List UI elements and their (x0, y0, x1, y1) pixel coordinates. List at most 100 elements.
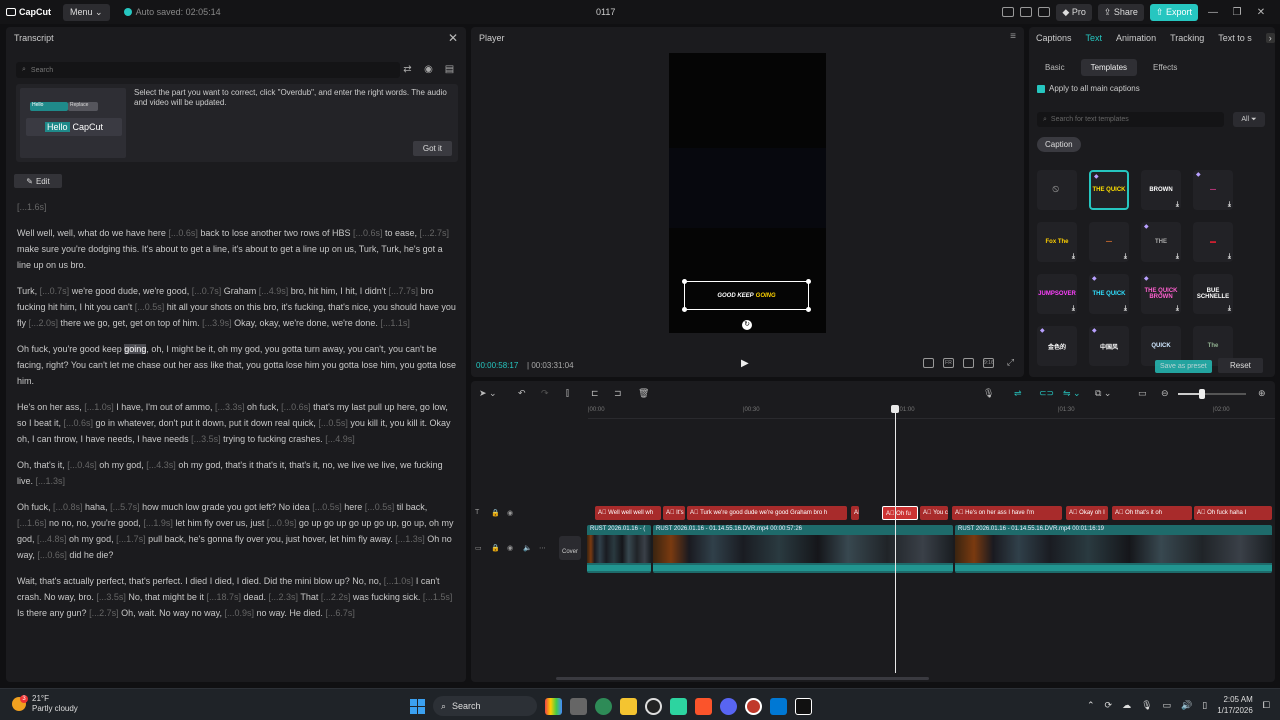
transcript-text[interactable]: did he die? (67, 550, 113, 560)
transcript-text[interactable]: Is there any gun? (17, 608, 89, 618)
playhead[interactable] (895, 405, 896, 673)
transcript-text[interactable]: no no, no, you're good, (47, 518, 144, 528)
replace-icon[interactable]: ⇄ (401, 63, 414, 76)
caption-category-chip[interactable]: Caption (1037, 137, 1081, 152)
pause-marker[interactable]: [...7.7s] (389, 286, 419, 296)
text-template[interactable]: THE ◆ ⤓ (1141, 222, 1181, 262)
panel-toggle-icon[interactable] (1020, 7, 1033, 17)
resize-handle[interactable] (806, 307, 811, 312)
download-icon[interactable]: ⤓ (1176, 253, 1179, 261)
pause-marker[interactable]: [...2.7s] (420, 228, 450, 238)
text-template[interactable]: — ⤓ (1089, 222, 1129, 262)
lock-icon[interactable]: 🔒 (491, 544, 500, 552)
download-icon[interactable]: ⤓ (1228, 201, 1231, 209)
tab-tracking[interactable]: Tracking (1170, 33, 1204, 43)
transcript-text[interactable]: Oh, wait. No way no way, (119, 608, 225, 618)
rotate-handle-icon[interactable]: ↻ (742, 320, 752, 330)
player-menu-icon[interactable]: ≡ (1010, 31, 1016, 42)
notifications-icon[interactable]: ⧠ (1263, 700, 1270, 711)
pause-marker[interactable]: [...3.5s] (191, 434, 221, 444)
brave-browser-icon[interactable] (695, 697, 712, 715)
pause-marker[interactable]: [...0.7s] (192, 286, 222, 296)
capcut-taskbar-icon[interactable] (795, 697, 812, 715)
template-search-input[interactable]: ⌕ Search for text templates (1037, 112, 1224, 127)
pause-marker[interactable]: [...0.6s] (353, 228, 383, 238)
caption-clip[interactable]: A⃞ Well well well wh (595, 506, 661, 520)
visibility-eye-icon[interactable]: ◉ (507, 544, 513, 552)
pause-marker[interactable]: [...4.8s] (37, 534, 67, 544)
weather-widget[interactable]: 3 21°F Partly cloudy (12, 694, 78, 714)
download-icon[interactable]: ⤓ (1228, 253, 1231, 261)
transcript-text[interactable]: how much low grade you got left? No idea (140, 502, 313, 512)
transcript-text[interactable]: That (298, 592, 321, 602)
layout-icon[interactable] (1002, 7, 1015, 17)
reset-button[interactable]: Reset (1218, 358, 1263, 373)
caption-selection-box[interactable]: GOOD KEEP GOING (684, 281, 809, 310)
sync-icon[interactable]: ⟳ (1105, 700, 1113, 711)
edit-button[interactable]: ✎ Edit (14, 174, 62, 188)
quality-icon[interactable]: FR (943, 358, 954, 368)
text-template[interactable]: JUMPSOVER ⤓ (1037, 274, 1077, 314)
transcript-text[interactable]: Wait, that's actually perfect, that's pe… (17, 576, 384, 586)
network-icon[interactable]: ▭ (1163, 700, 1172, 711)
got-it-button[interactable]: Got it (412, 141, 452, 156)
subtab-effects[interactable]: Effects (1143, 59, 1187, 76)
zoom-in-icon[interactable]: ⊕ (1258, 388, 1266, 399)
pause-marker[interactable]: [...1.0s] (384, 576, 414, 586)
transcript-text[interactable]: here (342, 502, 365, 512)
transcript-text[interactable]: oh my god, (67, 534, 117, 544)
video-preview[interactable]: GOOD KEEP GOING ↻ (669, 53, 826, 333)
crop-icon[interactable] (923, 358, 934, 368)
pause-marker[interactable]: [...0.4s] (67, 460, 97, 470)
cover-button[interactable]: Cover (559, 536, 581, 560)
microphone-icon[interactable]: 🎙 (1141, 700, 1152, 711)
tab-text-to-s[interactable]: Text to s (1218, 33, 1252, 43)
timeline-scrollbar[interactable] (556, 677, 929, 680)
transcript-text[interactable]: Turk, (17, 286, 40, 296)
pause-marker[interactable]: [...18.7s] (206, 592, 241, 602)
download-icon[interactable]: ⤓ (1176, 201, 1179, 209)
pause-marker[interactable]: [...0.5s] (312, 502, 342, 512)
pause-marker[interactable]: [...1.3s] (395, 534, 425, 544)
transcript-text[interactable]: there we go, get, get on top of him. (58, 318, 202, 328)
delete-icon[interactable]: 🗑 (638, 388, 649, 399)
undo-icon[interactable]: ↶ (518, 388, 526, 399)
text-template[interactable]: BROWN ⤓ (1141, 170, 1181, 210)
select-tool-icon[interactable]: ➤ ⌄ (479, 388, 497, 399)
pause-marker[interactable]: [...2.3s] (269, 592, 299, 602)
caption-clip[interactable]: A⃞ You c (920, 506, 948, 520)
text-template[interactable]: THE QUICK ◆ (1089, 170, 1129, 210)
transcript-text[interactable]: to ease, (383, 228, 420, 238)
transcript-text[interactable]: we're good dude, we're good, (69, 286, 192, 296)
fit-timeline-icon[interactable]: ▭ (1138, 388, 1147, 399)
video-clip[interactable]: RUST 2026.01.16 - ( (587, 525, 651, 573)
transcript-text[interactable]: pull back, he's gonna fly over you, just… (146, 534, 396, 544)
task-view-icon[interactable] (570, 697, 587, 715)
play-icon[interactable]: ▶ (741, 358, 749, 369)
text-template[interactable]: — ◆ ⤓ (1193, 170, 1233, 210)
transcript-paragraph[interactable]: Turk, [...0.7s] we're good dude, we're g… (17, 283, 457, 331)
pause-marker[interactable]: [...0.7s] (40, 286, 70, 296)
resize-handle[interactable] (682, 307, 687, 312)
transcript-text[interactable]: go in whatever, don't put it down, put i… (93, 418, 318, 428)
pause-marker[interactable]: [...0.5s] (135, 302, 165, 312)
transcript-text[interactable]: was fucking sick. (350, 592, 423, 602)
transcript-text[interactable]: Oh fuck, you're good keep (17, 344, 124, 354)
pause-marker[interactable]: [...0.5s] (318, 418, 348, 428)
subtab-basic[interactable]: Basic (1035, 59, 1075, 76)
transcript-text[interactable]: Okay, okay, we're done, we're done. (232, 318, 381, 328)
tabs-scroll-icon[interactable]: › (1265, 33, 1275, 43)
split-right-icon[interactable]: ⊐ (614, 388, 622, 399)
transcript-text[interactable]: make sure you're dodging this. It's abou… (17, 244, 443, 270)
transcript-paragraph[interactable]: Oh, that's it, [...0.4s] oh my god, [...… (17, 457, 457, 489)
pause-marker[interactable]: [...2.2s] (321, 592, 351, 602)
pause-marker[interactable]: [...0.9s] (267, 518, 297, 528)
outlook-icon[interactable] (770, 697, 787, 715)
caption-clip[interactable]: A⃞ Turk we're good dude we're good Graha… (687, 506, 847, 520)
pause-marker[interactable]: [...1.5s] (423, 592, 453, 602)
transcript-text[interactable]: til back, (394, 502, 428, 512)
download-icon[interactable]: ⤓ (1124, 305, 1127, 313)
subtab-templates[interactable]: Templates (1080, 58, 1138, 76)
transcript-text[interactable]: Oh fuck, (17, 502, 53, 512)
resize-handle[interactable] (806, 279, 811, 284)
